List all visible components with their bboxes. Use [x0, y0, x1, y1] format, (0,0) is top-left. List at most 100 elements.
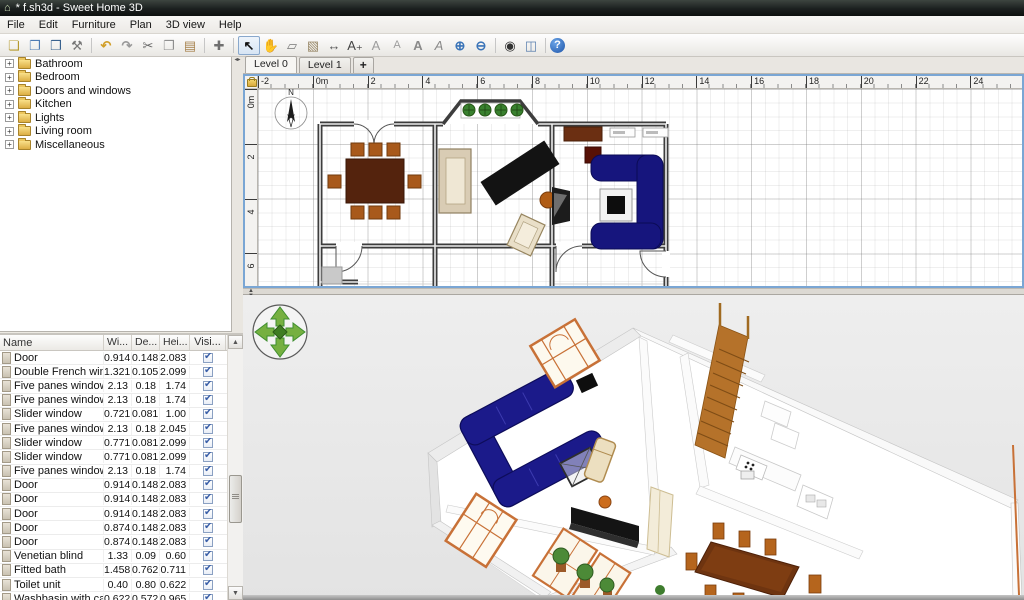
- sofa-2d[interactable]: [439, 149, 471, 213]
- add-furniture-icon[interactable]: ✚: [209, 37, 229, 54]
- table-row[interactable]: Venetian blind 1.33 0.09 0.60: [0, 550, 228, 564]
- table-row[interactable]: Slider window 0.721 0.081 1.00: [0, 408, 228, 422]
- expand-icon[interactable]: +: [5, 140, 14, 149]
- undo-icon[interactable]: ↶: [96, 37, 116, 54]
- visible-checkbox[interactable]: [203, 438, 213, 448]
- visible-checkbox[interactable]: [203, 580, 213, 590]
- navigation-compass[interactable]: [249, 301, 311, 363]
- expand-icon[interactable]: +: [5, 73, 14, 82]
- visible-checkbox[interactable]: [203, 537, 213, 547]
- tv-2d[interactable]: [600, 189, 632, 221]
- dining-table[interactable]: [328, 143, 421, 219]
- visible-checkbox[interactable]: [203, 480, 213, 490]
- title-bar[interactable]: ⌂ * f.sh3d - Sweet Home 3D: [0, 0, 1024, 16]
- catalog-category-row[interactable]: + Kitchen: [0, 98, 231, 112]
- text-size-icon[interactable]: A: [387, 37, 407, 54]
- open-icon[interactable]: ❐: [25, 37, 45, 54]
- visible-checkbox[interactable]: [203, 424, 213, 434]
- create-video-icon[interactable]: ◫: [521, 37, 541, 54]
- pan-icon[interactable]: ✋: [261, 37, 281, 54]
- table-row[interactable]: Double French win... 1.321 0.105 2.099: [0, 365, 228, 379]
- add-level-button[interactable]: +: [353, 57, 374, 73]
- plant-3d[interactable]: [655, 585, 665, 595]
- create-dimensions-icon[interactable]: ↔: [324, 37, 344, 54]
- visible-checkbox[interactable]: [203, 565, 213, 575]
- zoom-out-icon[interactable]: ⊖: [471, 37, 491, 54]
- plan-view[interactable]: -20m24681012141618202224 0m246 N: [243, 74, 1024, 288]
- bold-icon[interactable]: A: [408, 37, 428, 54]
- visible-checkbox[interactable]: [203, 509, 213, 519]
- appliance-2d[interactable]: [322, 267, 342, 284]
- view-3d[interactable]: [243, 295, 1024, 600]
- cut-icon[interactable]: ✂: [138, 37, 158, 54]
- table-row[interactable]: Slider window 0.771 0.081 2.099: [0, 436, 228, 450]
- visible-checkbox[interactable]: [203, 551, 213, 561]
- column-header-depth[interactable]: De...: [132, 335, 160, 350]
- table-row[interactable]: Five panes window 2.13 0.18 1.74: [0, 379, 228, 393]
- visible-checkbox[interactable]: [203, 523, 213, 533]
- column-header-name[interactable]: Name: [0, 335, 104, 350]
- catalog-category-row[interactable]: + Bathroom: [0, 57, 231, 71]
- visible-checkbox[interactable]: [203, 395, 213, 405]
- house-3d[interactable]: [428, 303, 1022, 600]
- table-row[interactable]: Door 0.914 0.148 2.083: [0, 479, 228, 493]
- create-photo-icon[interactable]: ◉: [500, 37, 520, 54]
- catalog-category-row[interactable]: + Miscellaneous: [0, 138, 231, 152]
- visible-checkbox[interactable]: [203, 409, 213, 419]
- preferences-icon[interactable]: ⚒: [67, 37, 87, 54]
- menu-item[interactable]: Help: [212, 18, 249, 32]
- paste-icon[interactable]: ▤: [180, 37, 200, 54]
- column-header-visible[interactable]: Visi...: [190, 335, 226, 350]
- menu-item[interactable]: 3D view: [159, 18, 212, 32]
- table-row[interactable]: Door 0.874 0.148 2.083: [0, 521, 228, 535]
- expand-icon[interactable]: +: [5, 86, 14, 95]
- stool-3d[interactable]: [599, 496, 611, 508]
- wall-shelf[interactable]: [610, 128, 668, 137]
- cupboard-3d[interactable]: [647, 487, 673, 557]
- menu-item[interactable]: Plan: [123, 18, 159, 32]
- table-row[interactable]: Door 0.914 0.148 2.083: [0, 493, 228, 507]
- table-row[interactable]: Toilet unit 0.40 0.80 0.622: [0, 578, 228, 592]
- scroll-up-icon[interactable]: ▲: [228, 335, 243, 349]
- table-row[interactable]: Five panes window 2.13 0.18 1.74: [0, 465, 228, 479]
- copy-icon[interactable]: ❐: [159, 37, 179, 54]
- plan-compass[interactable]: N: [275, 89, 307, 129]
- table-row[interactable]: Five panes window 2.13 0.18 2.045: [0, 422, 228, 436]
- catalog-category-row[interactable]: + Living room: [0, 125, 231, 139]
- catalog-category-row[interactable]: + Lights: [0, 111, 231, 125]
- catalog-category-row[interactable]: + Doors and windows: [0, 84, 231, 98]
- rotate-text-icon[interactable]: A: [366, 37, 386, 54]
- save-icon[interactable]: ❒: [46, 37, 66, 54]
- table-row[interactable]: Door 0.874 0.148 2.083: [0, 535, 228, 549]
- column-header-width[interactable]: Wi...: [104, 335, 132, 350]
- tab-level-0[interactable]: Level 0: [245, 56, 297, 73]
- visible-checkbox[interactable]: [203, 494, 213, 504]
- menu-item[interactable]: File: [0, 18, 32, 32]
- redo-icon[interactable]: ↷: [117, 37, 137, 54]
- visible-checkbox[interactable]: [203, 353, 213, 363]
- add-texts-icon[interactable]: A₊: [345, 37, 365, 54]
- table-row[interactable]: Slider window 0.771 0.081 2.099: [0, 450, 228, 464]
- zoom-in-icon[interactable]: ⊕: [450, 37, 470, 54]
- visible-checkbox[interactable]: [203, 594, 213, 600]
- plan-canvas[interactable]: N: [258, 89, 1022, 286]
- visible-checkbox[interactable]: [203, 367, 213, 377]
- table-row[interactable]: Five panes window 2.13 0.18 1.74: [0, 394, 228, 408]
- table-row[interactable]: Door 0.914 0.148 2.083: [0, 507, 228, 521]
- menu-item[interactable]: Furniture: [65, 18, 123, 32]
- table-row[interactable]: Fitted bath 1.458 0.762 0.711: [0, 564, 228, 578]
- new-document-icon[interactable]: ❏: [4, 37, 24, 54]
- visible-checkbox[interactable]: [203, 452, 213, 462]
- table-row[interactable]: Door 0.914 0.148 2.083: [0, 351, 228, 365]
- create-rooms-icon[interactable]: ▧: [303, 37, 323, 54]
- visible-checkbox[interactable]: [203, 466, 213, 476]
- create-walls-icon[interactable]: ▱: [282, 37, 302, 54]
- help-icon[interactable]: ?: [550, 38, 565, 53]
- armchair-2d[interactable]: [507, 214, 545, 256]
- expand-icon[interactable]: +: [5, 127, 14, 136]
- expand-icon[interactable]: +: [5, 59, 14, 68]
- expand-icon[interactable]: +: [5, 100, 14, 109]
- fireplace-2d[interactable]: [552, 187, 570, 225]
- sideboard-2d[interactable]: [564, 127, 602, 141]
- scrollbar-thumb[interactable]: [229, 475, 242, 523]
